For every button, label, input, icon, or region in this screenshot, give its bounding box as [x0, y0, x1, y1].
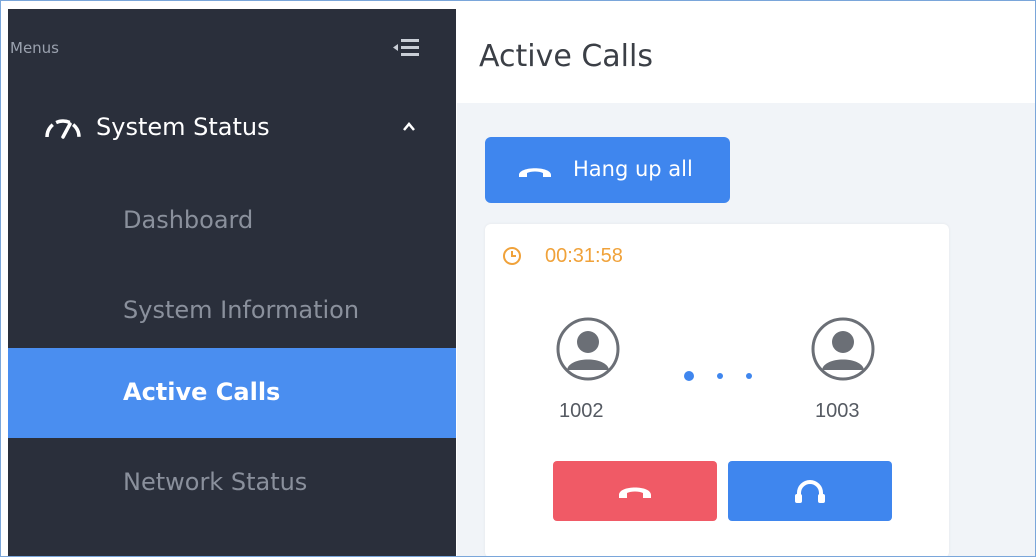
listen-call-button[interactable] — [728, 461, 892, 521]
caller-extension: 1002 — [559, 400, 604, 422]
sidebar-item-label: Active Calls — [123, 378, 281, 406]
sidebar: Menus System Status Dashboard System Inf… — [8, 9, 456, 556]
phone-hangup-icon — [619, 487, 651, 498]
connection-dot — [746, 373, 752, 379]
section-title: System Status — [96, 113, 270, 141]
callee-extension: 1003 — [815, 400, 860, 422]
sidebar-item-label: System Information — [123, 296, 360, 324]
hang-up-call-button[interactable] — [553, 461, 717, 521]
connection-dot — [684, 371, 694, 381]
sidebar-header: Menus — [8, 9, 456, 81]
gauge-icon — [45, 119, 81, 139]
section-system-status[interactable]: System Status — [8, 97, 456, 153]
active-call-card: 00:31:58 1002 1003 — [485, 224, 949, 556]
app-window: Menus System Status Dashboard System Inf… — [0, 0, 1036, 557]
sidebar-item-label: Network Status — [123, 468, 308, 496]
sidebar-item-dashboard[interactable]: Dashboard — [8, 176, 456, 266]
sidebar-item-network-status[interactable]: Network Status — [8, 438, 456, 528]
sidebar-item-label: Dashboard — [123, 206, 254, 234]
call-duration: 00:31:58 — [545, 245, 623, 267]
page-header: Active Calls — [457, 9, 1035, 103]
sidebar-item-system-information[interactable]: System Information — [8, 266, 456, 356]
phone-hangup-icon — [519, 168, 551, 177]
collapse-menu-icon[interactable] — [391, 37, 421, 59]
menus-label: Menus — [10, 39, 59, 57]
callee-avatar-icon — [811, 317, 875, 381]
headset-icon — [795, 480, 825, 503]
caller-avatar-icon — [556, 317, 620, 381]
hang-up-all-label: Hang up all — [573, 157, 693, 181]
main-content: Active Calls Hang up all 00:31:58 1002 1… — [457, 9, 1035, 556]
sidebar-item-active-calls[interactable]: Active Calls — [8, 348, 456, 438]
connection-dot — [717, 373, 723, 379]
clock-icon — [503, 247, 521, 265]
hang-up-all-button[interactable]: Hang up all — [485, 137, 730, 203]
chevron-up-icon — [403, 122, 415, 131]
page-title: Active Calls — [479, 39, 653, 74]
